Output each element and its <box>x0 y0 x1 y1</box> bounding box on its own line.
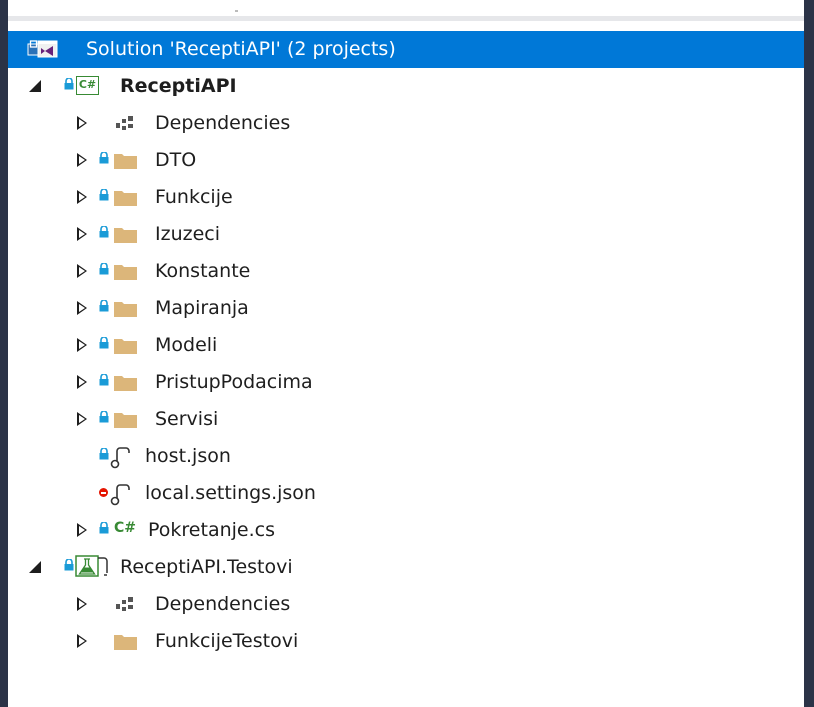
folder-icon <box>114 300 137 317</box>
lock-icon <box>99 337 109 349</box>
collapsed-arrow-icon[interactable] <box>77 338 87 352</box>
csharp-file-icon: C# <box>114 520 137 536</box>
window-left-border <box>0 0 8 707</box>
lock-icon <box>99 226 109 238</box>
collapsed-arrow-icon[interactable] <box>77 227 87 241</box>
folder-label: FunkcijeTestovi <box>155 630 299 652</box>
tree-item-folder-konstante[interactable]: Konstante <box>8 253 804 290</box>
tree-item-folder-funkcije[interactable]: Funkcije <box>8 179 804 216</box>
collapsed-arrow-icon[interactable] <box>77 375 87 389</box>
csharp-project-icon: C# <box>76 76 99 95</box>
lock-icon <box>99 522 109 534</box>
tree-item-folder-mapiranja[interactable]: Mapiranja <box>8 290 804 327</box>
collapsed-arrow-icon[interactable] <box>77 190 87 204</box>
project-label: ReceptiAPI <box>120 75 237 97</box>
collapsed-arrow-icon[interactable] <box>77 634 87 648</box>
folder-label: Funkcije <box>155 186 233 208</box>
file-label: Pokretanje.cs <box>148 519 275 541</box>
collapsed-arrow-icon[interactable] <box>77 153 87 167</box>
lock-icon <box>99 448 109 460</box>
tree-item-folder-modeli[interactable]: Modeli <box>8 327 804 364</box>
dependencies-icon <box>115 596 135 619</box>
json-file-icon <box>109 482 133 511</box>
collapsed-arrow-icon[interactable] <box>77 523 87 537</box>
folder-icon <box>114 411 137 428</box>
tree-item-file-host-json[interactable]: host.json <box>8 438 804 475</box>
folder-icon <box>114 374 137 391</box>
folder-icon <box>114 226 137 243</box>
expanded-arrow-icon[interactable] <box>29 561 41 573</box>
dependencies-label: Dependencies <box>155 593 291 615</box>
collapsed-arrow-icon[interactable] <box>77 116 87 130</box>
test-project-icon <box>75 555 115 584</box>
tree-item-folder-funkcijetestovi[interactable]: FunkcijeTestovi <box>8 623 804 660</box>
tree-item-folder-dto[interactable]: DTO <box>8 142 804 179</box>
minus-glyph <box>101 492 106 494</box>
folder-icon <box>114 189 137 206</box>
toolbar-separator <box>8 16 804 21</box>
tree-item-project-receptiapi[interactable]: C# ReceptiAPI <box>8 68 804 105</box>
lock-icon <box>64 559 74 571</box>
tree-item-solution[interactable]: Solution 'ReceptiAPI' (2 projects) <box>8 31 804 68</box>
folder-icon <box>114 337 137 354</box>
json-file-icon <box>109 445 133 474</box>
lock-icon <box>64 78 74 90</box>
tree-item-file-pokretanje-cs[interactable]: C# Pokretanje.cs <box>8 512 804 549</box>
folder-label: Modeli <box>155 334 218 356</box>
expanded-arrow-icon[interactable] <box>29 80 41 92</box>
solution-tree: Solution 'ReceptiAPI' (2 projects) C# Re… <box>8 31 804 660</box>
project-label: ReceptiAPI.Testovi <box>120 556 293 578</box>
lock-icon <box>99 189 109 201</box>
folder-label: Izuzeci <box>155 223 221 245</box>
folder-icon <box>114 633 137 650</box>
lock-icon <box>99 300 109 312</box>
tree-item-dependencies[interactable]: Dependencies <box>8 105 804 142</box>
lock-icon <box>99 263 109 275</box>
tree-item-folder-pristuppodacima[interactable]: PristupPodacima <box>8 364 804 401</box>
tree-item-project-receptiapi-testovi[interactable]: ReceptiAPI.Testovi <box>8 549 804 586</box>
lock-icon <box>99 374 109 386</box>
file-label: host.json <box>145 445 231 467</box>
lock-icon <box>99 152 109 164</box>
folder-label: Mapiranja <box>155 297 249 319</box>
folder-label: PristupPodacima <box>155 371 313 393</box>
folder-label: DTO <box>155 149 197 171</box>
collapsed-arrow-icon[interactable] <box>77 264 87 278</box>
solution-label: Solution 'ReceptiAPI' (2 projects) <box>86 38 396 60</box>
excluded-from-source-control-icon <box>99 488 108 497</box>
tree-item-folder-izuzeci[interactable]: Izuzeci <box>8 216 804 253</box>
tree-item-file-local-settings-json[interactable]: local.settings.json <box>8 475 804 512</box>
tree-item-dependencies[interactable]: Dependencies <box>8 586 804 623</box>
folder-label: Servisi <box>155 408 219 430</box>
folder-label: Konstante <box>155 260 251 282</box>
collapsed-arrow-icon[interactable] <box>77 412 87 426</box>
collapsed-arrow-icon[interactable] <box>77 301 87 315</box>
lock-icon <box>99 411 109 423</box>
folder-icon <box>114 263 137 280</box>
window-right-border <box>804 0 814 707</box>
tree-item-folder-servisi[interactable]: Servisi <box>8 401 804 438</box>
solution-icon <box>27 38 59 67</box>
collapsed-arrow-icon[interactable] <box>77 597 87 611</box>
toolbar-remnant <box>235 10 238 12</box>
dependencies-label: Dependencies <box>155 112 291 134</box>
file-label: local.settings.json <box>145 482 316 504</box>
folder-icon <box>114 152 137 169</box>
dependencies-icon <box>115 115 135 138</box>
